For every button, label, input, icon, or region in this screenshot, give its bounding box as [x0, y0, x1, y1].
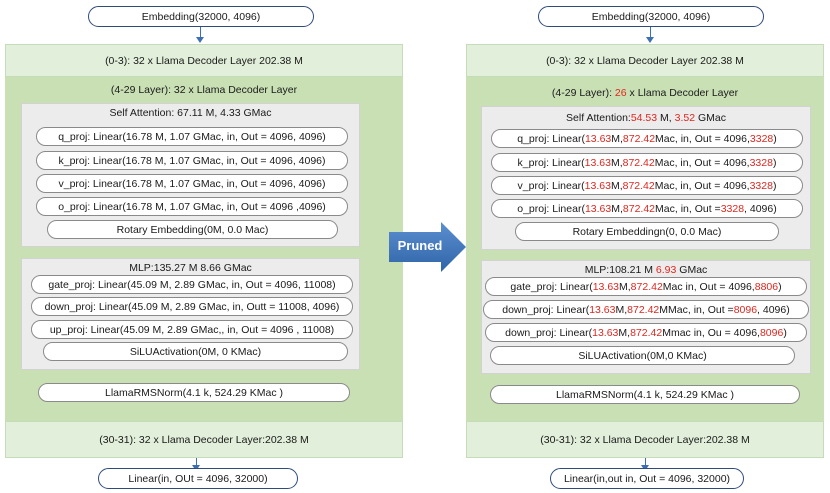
left-v-proj: v_proj: Linear(16.78 M, 1.07 GMac, in, O…	[36, 174, 348, 193]
left-up-proj: up_proj: Linear(45.09 M, 2.89 GMac,, in,…	[31, 320, 353, 339]
right-layers-0-3: (0-3): 32 x Llama Decoder Layer 202.38 M	[466, 44, 824, 77]
right-gate-proj: gate_proj: Linear(13.63 M, 872.42 Mac in…	[485, 277, 807, 296]
right-q-proj: q_proj: Linear(13.63 M, 872.42 Mac, in, O…	[491, 129, 803, 148]
right-o-proj: o_proj: Linear(13.63 M, 872.42 Mac, in, O…	[491, 199, 803, 218]
left-linear-node: Linear(in, OUt = 4096, 32000)	[98, 468, 298, 489]
right-rotary-embedding: Rotary Embeddingn(0, 0.0 Mac)	[515, 222, 779, 241]
left-embedding-node: Embedding(32000, 4096)	[88, 6, 314, 27]
left-down-proj: down_proj: Linear(45.09 M, 2.89 GMac, in…	[31, 297, 353, 316]
left-o-proj: o_proj: Linear(16.78 M, 1.07 GMac, in, O…	[36, 197, 348, 216]
left-k-proj: k_proj: Linear(16.78 M, 1.07 GMac, in, O…	[36, 151, 348, 170]
left-self-attention-title: Self Attention: 67.11 M, 4.33 GMac	[109, 107, 272, 119]
right-mlp-title: MLP:108.21 M 6.93 GMac	[584, 264, 708, 276]
left-rms-norm: LlamaRMSNorm(4.1 k, 524.29 KMac )	[38, 383, 350, 402]
right-linear-node: Linear(in,out in, Out = 4096, 32000)	[550, 468, 744, 489]
right-down-proj: down_proj: Linear(13.63 M, 872.42 MMac, …	[483, 300, 809, 319]
right-silu-activation: SiLUActivation(0M,0 KMac)	[490, 346, 795, 365]
right-self-attention-title: Self Attention:54.53 M, 3.52 GMac	[566, 112, 726, 124]
left-gate-proj: gate_proj: Linear(45.09 M, 2.89 GMac, in…	[31, 275, 353, 294]
left-layers-0-3: (0-3): 32 x Llama Decoder Layer 202.38 M	[5, 44, 403, 77]
right-layers-30-31: (30-31): 32 x Llama Decoder Layer:202.38…	[466, 421, 824, 458]
left-arrowhead-embedding	[196, 37, 204, 43]
right-down-proj-2: down_proj: Linear(13.63 M, 872.42 Mmac i…	[485, 323, 807, 342]
right-rms-norm: LlamaRMSNorm(4.1 k, 524.29 KMac )	[490, 385, 800, 404]
left-mlp-title: MLP:135.27 M 8.66 GMac	[129, 262, 252, 274]
left-layers-4-29-title: (4-29 Layer): 32 x Llama Decoder Layer	[110, 84, 298, 96]
left-q-proj: q_proj: Linear(16.78 M, 1.07 GMac, in, O…	[36, 127, 348, 146]
left-silu-activation: SiLUActivation(0M, 0 KMac)	[43, 342, 348, 361]
right-embedding-node: Embedding(32000, 4096)	[538, 6, 764, 27]
right-v-proj: v_proj: Linear(13.63 M, 872.42 Mac, in, O…	[491, 176, 803, 195]
pruned-label: Pruned	[397, 238, 443, 253]
left-layers-30-31: (30-31): 32 x Llama Decoder Layer:202.38…	[5, 421, 403, 458]
right-layers-4-29-title: (4-29 Layer): 26 x Llama Decoder Layer	[551, 87, 739, 99]
right-arrowhead-embedding	[646, 37, 654, 43]
left-rotary-embedding: Rotary Embedding(0M, 0.0 Mac)	[47, 220, 338, 239]
right-k-proj: k_proj: Linear(13.63 M, 872.42 Mac, in, O…	[491, 153, 803, 172]
